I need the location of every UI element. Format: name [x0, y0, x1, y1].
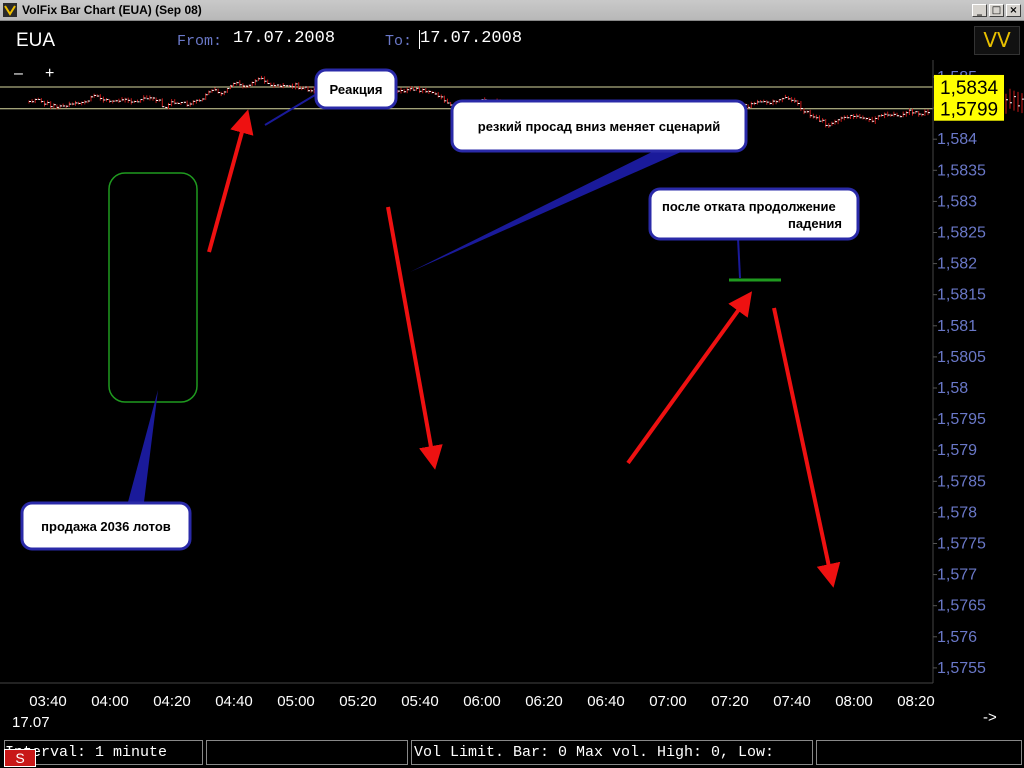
vol-limit-text: Vol Limit. Bar: 0 Max vol. High: 0, Low:	[414, 744, 775, 761]
annotation-box	[648, 187, 860, 241]
x-tick-label: 07:40	[773, 693, 811, 710]
maximize-button[interactable]: □	[989, 4, 1004, 17]
annotation-callout: после отката продолжение падения	[648, 187, 860, 241]
annotation-text: продажа 2036 лотов	[41, 519, 171, 534]
s-icon[interactable]: S	[4, 749, 36, 767]
y-tick-label: 1,579	[937, 442, 977, 459]
y-tick-label: 1,5825	[937, 225, 986, 242]
y-tick-label: 1,5815	[937, 287, 986, 304]
x-tick-label: 04:00	[91, 693, 129, 710]
x-tick-label: 08:20	[897, 693, 935, 710]
x-tick-label: 04:40	[215, 693, 253, 710]
annotation-text: Реакция	[330, 82, 383, 97]
x-tick-label: 06:40	[587, 693, 625, 710]
annotation-callout: Реакция	[314, 68, 398, 110]
y-tick-label: 1,5805	[937, 349, 986, 366]
y-tick-label: 1,581	[937, 318, 977, 335]
annotation-text: резкий просад вниз меняет сценарий	[478, 119, 720, 134]
y-tick-label: 1,5765	[937, 598, 986, 615]
up-arrow-reaction	[207, 109, 254, 253]
close-button[interactable]: ×	[1006, 4, 1021, 17]
x-tick-label: 06:00	[463, 693, 501, 710]
y-tick-label: 1,583	[937, 193, 977, 210]
x-tick-label: 05:20	[339, 693, 377, 710]
x-tick-label: 04:20	[153, 693, 191, 710]
annotation-text: падения	[788, 216, 842, 231]
x-tick-label: 07:20	[711, 693, 749, 710]
y-tick-label: 1,5795	[937, 411, 986, 428]
volfix-logo-button[interactable]: VV	[974, 26, 1020, 55]
zoom-in-button[interactable]: +	[45, 65, 54, 82]
window-title: VolFix Bar Chart (EUA) (Sep 08)	[22, 3, 202, 17]
status-bar: Interval: 1 minute Vol Limit. Bar: 0 Max…	[0, 740, 1024, 768]
y-tick-label: 1,584	[937, 131, 977, 148]
callout-pointer-drop	[410, 148, 690, 272]
y-tick-label: 1,5755	[937, 660, 986, 677]
annotation-callout: резкий просад вниз меняет сценарий	[450, 99, 748, 153]
y-tick-label: 1,582	[937, 256, 977, 273]
down-arrow-continuation	[772, 307, 841, 588]
vol-limit-field: Vol Limit. Bar: 0 Max vol. High: 0, Low:	[411, 740, 813, 765]
up-arrow-pullback	[626, 291, 753, 465]
chart-header: EUA From: 17.07.2008 To: 17.07.2008 VV	[0, 21, 1024, 60]
x-tick-label: 03:40	[29, 693, 67, 710]
x-tick-label: 08:00	[835, 693, 873, 710]
from-date-field[interactable]: 17.07.2008	[233, 29, 335, 48]
price-level-label: 1,5799	[940, 100, 998, 121]
from-label: From:	[177, 33, 223, 50]
x-tick-label: 05:40	[401, 693, 439, 710]
callout-pointer-reaction	[264, 94, 316, 126]
y-tick-label: 1,5785	[937, 473, 986, 490]
status-empty-field	[206, 740, 408, 765]
callout-pointer-sale	[128, 390, 158, 502]
y-tick-label: 1,578	[937, 504, 977, 521]
volume-highlight-box	[108, 172, 198, 403]
callout-pointer-pullback	[737, 237, 741, 279]
x-tick-label: 07:00	[649, 693, 687, 710]
y-tick-label: 1,5775	[937, 536, 986, 553]
title-bar[interactable]: VolFix Bar Chart (EUA) (Sep 08) _ □ ×	[0, 0, 1024, 21]
bar-chart[interactable]: 1,5851,58451,5841,58351,5831,58251,5821,…	[0, 60, 1024, 740]
y-tick-label: 1,58	[937, 380, 968, 397]
scroll-right-button[interactable]: ->	[983, 709, 997, 726]
zoom-out-button[interactable]: –	[14, 65, 23, 82]
x-tick-label: 05:00	[277, 693, 315, 710]
status-low-field	[816, 740, 1022, 765]
y-tick-label: 1,577	[937, 567, 977, 584]
app-icon	[3, 3, 17, 17]
symbol-label: EUA	[16, 30, 56, 51]
annotation-text: после отката продолжение	[662, 199, 836, 214]
x-tick-label: 06:20	[525, 693, 563, 710]
annotation-callout: продажа 2036 лотов	[20, 501, 192, 551]
minimize-button[interactable]: _	[972, 4, 987, 17]
date-label: 17.07	[12, 714, 50, 731]
to-date-field[interactable]: 17.07.2008	[420, 29, 522, 48]
to-label: To:	[385, 33, 413, 50]
y-tick-label: 1,5835	[937, 162, 986, 179]
text-caret	[419, 30, 420, 49]
down-arrow-drop	[386, 206, 443, 470]
y-tick-label: 1,576	[937, 629, 977, 646]
price-level-label: 1,5834	[940, 78, 999, 99]
